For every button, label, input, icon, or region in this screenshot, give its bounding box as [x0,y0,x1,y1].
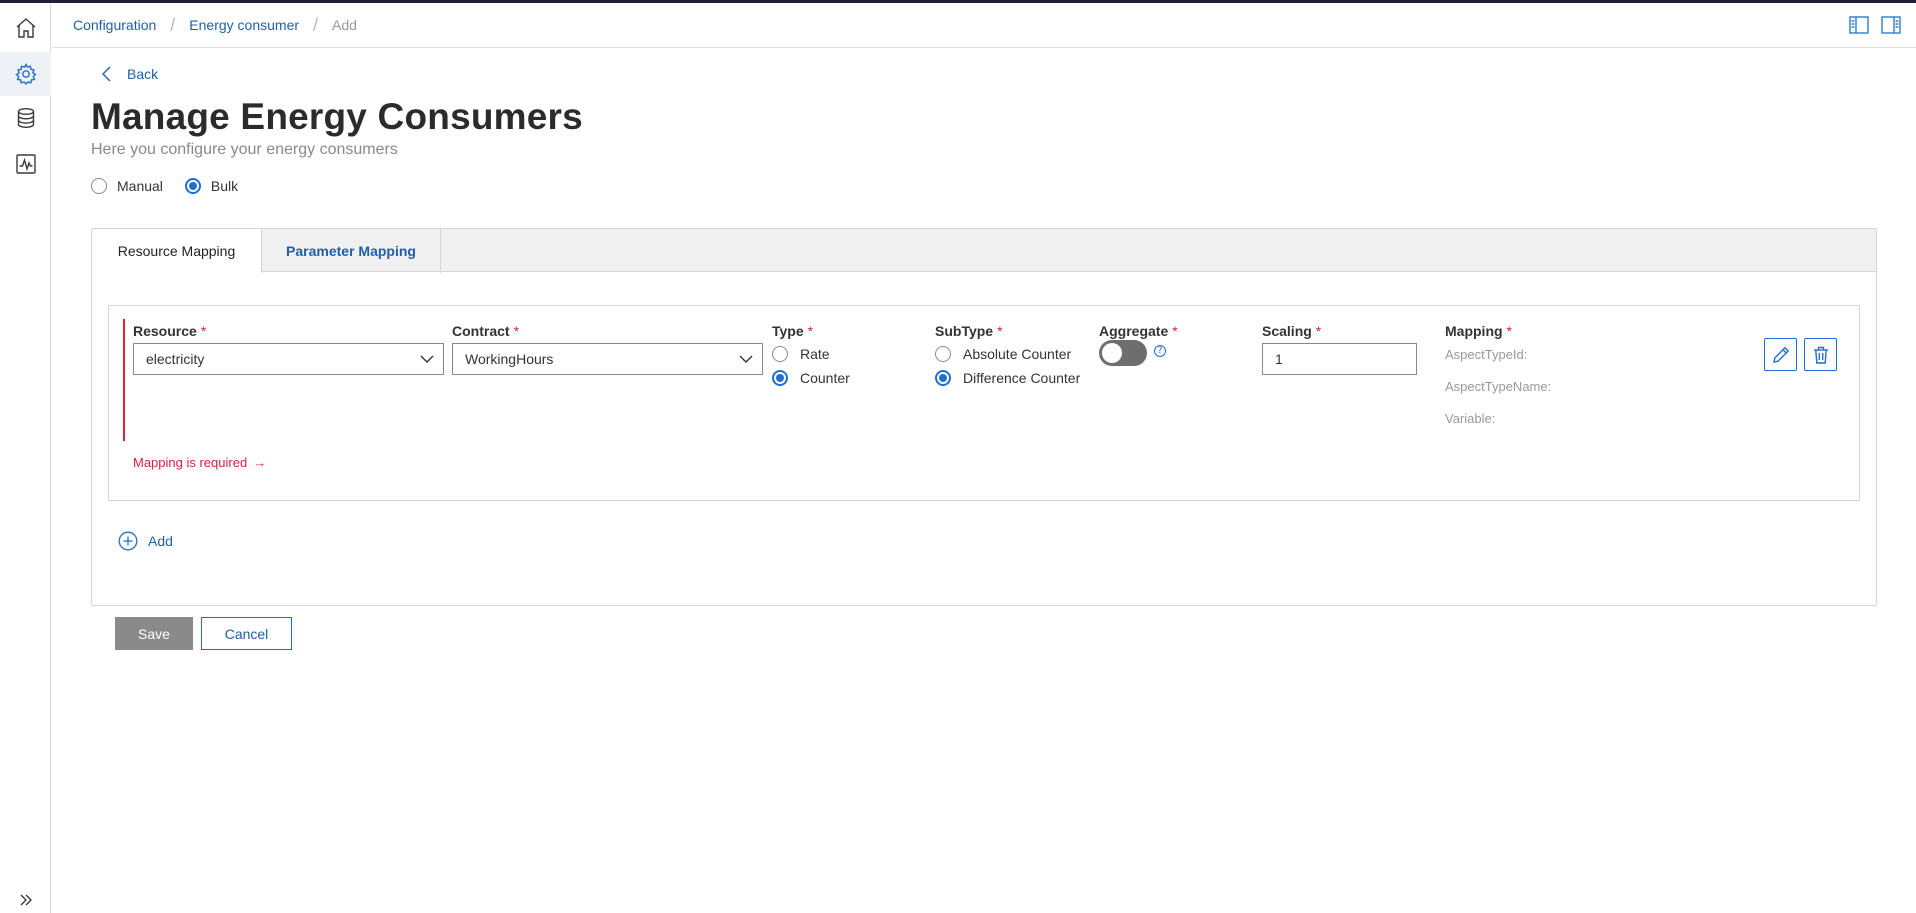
add-row-button[interactable]: Add [118,531,173,551]
chevron-down-icon [420,355,434,363]
right-panel-toggle-icon[interactable] [1881,16,1901,34]
help-icon[interactable]: ? [1154,345,1166,357]
chevron-left-icon [102,66,111,82]
subtype-label: SubType * [935,323,1003,339]
app-sidebar [0,3,51,913]
page-subtitle: Here you configure your energy consumers [91,141,398,158]
mode-bulk-radio[interactable] [184,178,201,194]
error-indicator-bar [123,319,125,441]
subtype-difference-option[interactable]: Difference Counter [935,370,1080,386]
tab-parameter-mapping[interactable]: Parameter Mapping [262,229,441,273]
aggregate-label: Aggregate * [1099,323,1178,339]
breadcrumb-configuration[interactable]: Configuration [73,17,156,33]
mode-manual-label: Manual [117,178,163,194]
mode-bulk-option[interactable]: Bulk [184,178,239,194]
breadcrumb-energy-consumer[interactable]: Energy consumer [189,17,299,33]
tab-bar: Resource Mapping Parameter Mapping [92,229,1876,273]
settings-nav-button[interactable] [0,52,51,96]
delete-row-button[interactable] [1804,338,1837,371]
type-label: Type * [772,323,814,339]
contract-value: WorkingHours [465,351,554,367]
type-counter-option[interactable]: Counter [772,370,850,386]
mapping-panel: Resource Mapping Parameter Mapping Resou… [91,228,1877,606]
add-label: Add [148,533,173,549]
back-label: Back [127,66,159,82]
type-rate-radio[interactable] [772,346,788,362]
subtype-difference-radio[interactable] [935,370,951,386]
mode-manual-radio[interactable] [91,178,107,194]
resource-mapping-row: Resource * electricity Contract * WorkingH… [108,305,1860,501]
chevron-down-icon [739,355,753,363]
gear-icon [14,62,37,86]
subtype-difference-label: Difference Counter [963,370,1081,386]
tab-resource-mapping[interactable]: Resource Mapping [92,229,262,273]
breadcrumb: Configuration / Energy consumer / Add [73,16,357,34]
scaling-input[interactable] [1262,343,1417,375]
save-button[interactable]: Save [115,617,193,650]
trash-icon [1813,346,1828,364]
type-counter-label: Counter [800,370,850,386]
arrow-right-icon: → [253,455,267,470]
subtype-absolute-radio[interactable] [935,346,951,362]
activity-chart-icon [15,154,36,174]
variable-label: Variable: [1445,411,1496,426]
layout-toggles [1849,16,1901,34]
aggregate-toggle[interactable] [1099,340,1147,366]
subtype-absolute-label: Absolute Counter [963,346,1072,362]
contract-label: Contract * [452,323,520,339]
back-link[interactable]: Back [101,66,158,82]
resource-label: Resource * [133,323,207,339]
database-icon [17,108,34,129]
type-counter-radio[interactable] [772,370,788,386]
contract-select[interactable]: WorkingHours [452,343,763,375]
scaling-label: Scaling * [1262,323,1322,339]
left-panel-toggle-icon[interactable] [1849,16,1869,34]
resource-value: electricity [146,351,205,367]
subtype-absolute-option[interactable]: Absolute Counter [935,346,1071,362]
aspect-type-id-label: AspectTypeId: [1445,347,1528,362]
page-title: Manage Energy Consumers [91,96,583,137]
database-nav-button[interactable] [0,96,51,140]
double-chevron-right-icon [20,894,32,906]
edit-mapping-button[interactable] [1764,338,1797,371]
mapping-label: Mapping * [1445,323,1512,339]
type-rate-label: Rate [800,346,830,362]
breadcrumb-separator: / [170,15,176,35]
mode-bulk-label: Bulk [210,178,239,194]
type-rate-option[interactable]: Rate [772,346,830,362]
mode-radio-group: Manual Bulk [91,178,238,194]
home-icon [16,18,35,38]
expand-sidebar-button[interactable] [0,885,51,913]
resource-select[interactable]: electricity [133,343,444,375]
monitoring-nav-button[interactable] [0,142,51,186]
top-bar: Configuration / Energy consumer / Add [52,3,1916,48]
pencil-icon [1772,346,1789,363]
aspect-type-name-label: AspectTypeName: [1445,379,1552,394]
breadcrumb-separator: / [313,15,319,35]
mode-manual-option[interactable]: Manual [91,178,163,194]
home-nav-button[interactable] [0,6,51,50]
breadcrumb-current: Add [332,17,357,33]
cancel-button[interactable]: Cancel [201,617,292,650]
plus-circle-icon [118,531,138,551]
mapping-error-message: Mapping is required → [133,455,267,470]
